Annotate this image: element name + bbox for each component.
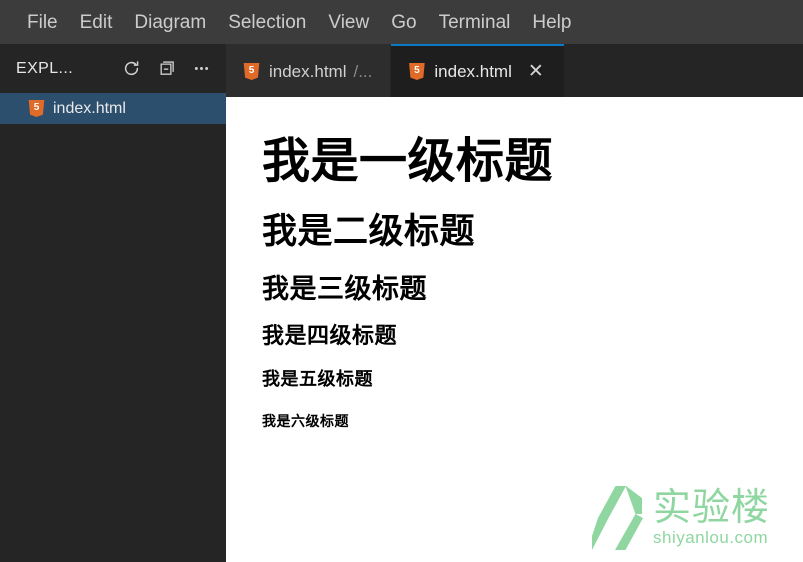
menu-view[interactable]: View: [317, 8, 380, 37]
menu-selection[interactable]: Selection: [217, 8, 317, 37]
heading-level-6: 我是六级标题: [262, 414, 349, 430]
tab-index-html[interactable]: 5 index.html ✕: [391, 44, 564, 97]
heading-level-4: 我是四级标题: [262, 324, 398, 349]
tab-bar-empty-space: [563, 44, 803, 97]
shiyanlou-brand-cn: 实验楼: [652, 484, 770, 529]
file-row-index-html[interactable]: 5 index.html: [0, 93, 226, 124]
menu-bar: File Edit Diagram Selection View Go Term…: [0, 0, 803, 44]
html5-tab-icon-label: 5: [248, 64, 255, 76]
close-icon[interactable]: ✕: [526, 62, 546, 82]
shiyanlou-logo-text: 实验楼 shiyanlou.com: [652, 484, 770, 548]
heading-level-2: 我是二级标题: [262, 212, 476, 252]
tab-label: index.html: [269, 61, 347, 81]
shiyanlou-watermark: 实验楼 shiyanlou.com: [591, 484, 770, 552]
shiyanlou-logo-icon: [591, 484, 643, 552]
html5-icon-label: 5: [33, 101, 40, 113]
collapse-all-icon[interactable]: [155, 58, 177, 80]
editor-area: 5 index.html /... 5 index.html ✕ 我是一级标题 …: [226, 44, 803, 562]
tab-label: index.html: [434, 61, 512, 81]
menu-file[interactable]: File: [16, 8, 69, 37]
file-name-label: index.html: [53, 99, 126, 117]
heading-level-5: 我是五级标题: [262, 369, 373, 390]
explorer-actions: [120, 58, 212, 80]
menu-help[interactable]: Help: [521, 8, 582, 37]
menu-diagram[interactable]: Diagram: [123, 8, 217, 37]
vscode-window: File Edit Diagram Selection View Go Term…: [0, 0, 803, 562]
menu-terminal[interactable]: Terminal: [428, 8, 522, 37]
menu-go[interactable]: Go: [380, 8, 427, 37]
heading-level-1: 我是一级标题: [262, 133, 554, 189]
html-preview-pane: 我是一级标题 我是二级标题 我是三级标题 我是四级标题 我是五级标题 我是六级标…: [226, 97, 803, 562]
explorer-file-list: 5 index.html: [0, 93, 226, 562]
more-actions-icon[interactable]: [190, 58, 212, 80]
explorer-sidebar: EXPL... 5 index.html: [0, 44, 226, 562]
refresh-icon[interactable]: [120, 58, 142, 80]
html5-tab-icon-label: 5: [414, 64, 420, 76]
html5-file-icon: 5: [28, 100, 45, 117]
explorer-title: EXPL...: [16, 59, 74, 77]
menu-edit[interactable]: Edit: [69, 8, 124, 37]
heading-level-3: 我是三级标题: [262, 274, 427, 305]
explorer-header: EXPL...: [0, 44, 226, 93]
shiyanlou-brand-en: shiyanlou.com: [652, 527, 769, 547]
editor-tab-bar: 5 index.html /... 5 index.html ✕: [226, 44, 803, 97]
tab-index-html-preview[interactable]: 5 index.html /...: [226, 44, 392, 97]
tab-path-suffix: /...: [353, 61, 373, 81]
html5-tab-icon: 5: [243, 63, 260, 80]
html5-tab-icon: 5: [408, 63, 425, 80]
workbench-body: EXPL... 5 index.html 5 index.html /... 5…: [0, 44, 803, 562]
